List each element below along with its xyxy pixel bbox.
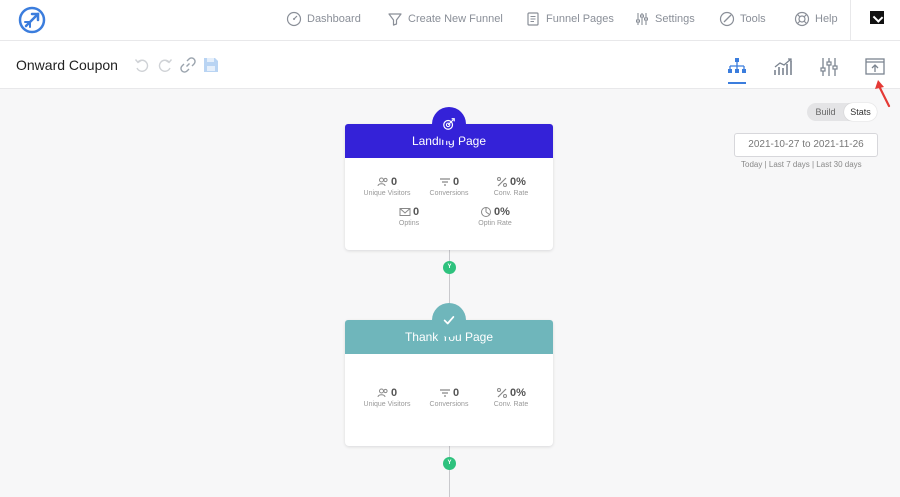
stat-value: 0% [510, 176, 526, 188]
target-arrow-icon [432, 107, 466, 141]
checkmark-icon [432, 303, 466, 337]
gauge-icon [286, 11, 302, 27]
link-icon[interactable] [179, 56, 197, 74]
funnel-title: Onward Coupon [16, 57, 118, 73]
rocket-logo-icon[interactable] [17, 5, 47, 35]
nav-label: Funnel Pages [546, 13, 614, 25]
users-icon [377, 388, 388, 398]
stat-label: Conv. Rate [493, 401, 529, 408]
analytics-view-icon[interactable] [772, 56, 794, 78]
quick-date-ranges[interactable]: Today | Last 7 days | Last 30 days [741, 160, 862, 169]
sliders-icon [636, 13, 648, 25]
stat-value: 0 [452, 176, 460, 188]
stat-conv-rate: 0% Conv. Rate [477, 176, 545, 197]
funnel-icon [388, 13, 402, 26]
nav-label: Tools [740, 13, 766, 25]
stat-label: Unique Visitors [363, 190, 411, 197]
stat-label: Conv. Rate [493, 190, 529, 197]
stat-label: Optin Rate [478, 220, 512, 227]
nav-label: Dashboard [307, 13, 361, 25]
envelope-icon [399, 208, 411, 216]
lifebuoy-icon [794, 11, 810, 27]
build-stats-toggle[interactable]: Build Stats [807, 103, 877, 121]
stat-value: 0 [390, 176, 398, 188]
nav-settings[interactable]: Settings [634, 9, 695, 29]
nav-create-new-funnel[interactable]: Create New Funnel [387, 9, 503, 29]
nav-dashboard[interactable]: Dashboard [286, 9, 361, 29]
top-navigation: Dashboard Create New Funnel Funnel Pages… [0, 0, 900, 41]
settings-view-icon[interactable] [818, 56, 840, 78]
toggle-build[interactable]: Build [807, 103, 844, 121]
yes-connector-badge[interactable]: Y [443, 261, 456, 274]
stat-optin-rate: 0% Optin Rate [461, 206, 529, 227]
toggle-stats[interactable]: Stats [844, 103, 877, 121]
nav-help[interactable]: Help [794, 9, 838, 29]
filter-icon [439, 389, 450, 397]
nav-divider [850, 0, 851, 41]
nav-label: Settings [655, 13, 695, 25]
stat-value: 0% [510, 387, 526, 399]
yes-connector-badge[interactable]: Y [443, 457, 456, 470]
redo-icon[interactable] [156, 56, 174, 74]
document-icon [527, 12, 539, 26]
stat-value: 0 [412, 206, 420, 218]
pie-chart-icon [481, 207, 492, 217]
target-icon [719, 11, 735, 27]
nav-funnel-pages[interactable]: Funnel Pages [525, 9, 614, 29]
save-icon[interactable] [202, 56, 220, 74]
connector-line [449, 445, 450, 497]
percent-icon [497, 388, 508, 398]
stat-unique-visitors: 0 Unique Visitors [353, 387, 421, 408]
stat-optins: 0 Optins [375, 206, 443, 227]
stat-conv-rate: 0% Conv. Rate [477, 387, 545, 408]
stat-label: Optins [398, 220, 420, 227]
stat-conversions: 0 Conversions [415, 176, 483, 197]
expand-icon[interactable] [870, 11, 884, 24]
annotation-arrow-icon [875, 80, 891, 108]
funnel-toolbar: Onward Coupon [0, 41, 900, 89]
filter-icon [439, 178, 450, 186]
undo-icon[interactable] [133, 56, 151, 74]
nav-label: Create New Funnel [408, 13, 503, 25]
users-icon [377, 177, 388, 187]
nav-tools[interactable]: Tools [719, 9, 766, 29]
percent-icon [497, 177, 508, 187]
stat-value: 0% [494, 206, 510, 218]
active-view-indicator [728, 82, 746, 84]
stat-conversions: 0 Conversions [415, 387, 483, 408]
date-range-input[interactable]: 2021-10-27 to 2021-11-26 [734, 133, 878, 157]
flow-view-icon[interactable] [726, 56, 748, 78]
landing-page-card[interactable]: Landing Page 0 Unique Visitors 0 Convers… [345, 124, 553, 250]
stat-value: 0 [390, 387, 398, 399]
thank-you-page-card[interactable]: Thank You Page 0 Unique Visitors 0 Conve… [345, 320, 553, 446]
stat-value: 0 [452, 387, 460, 399]
stat-label: Conversions [429, 401, 469, 408]
export-view-icon[interactable] [864, 56, 886, 78]
stat-label: Unique Visitors [363, 401, 411, 408]
connector-line [449, 250, 450, 304]
stat-unique-visitors: 0 Unique Visitors [353, 176, 421, 197]
nav-label: Help [815, 13, 838, 25]
stat-label: Conversions [429, 190, 469, 197]
